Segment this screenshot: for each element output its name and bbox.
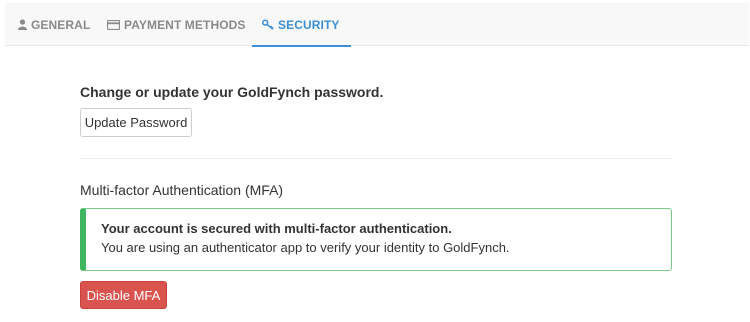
credit-card-icon [107, 19, 120, 30]
password-section-heading: Change or update your GoldFynch password… [80, 84, 384, 100]
update-password-button[interactable]: Update Password [80, 108, 192, 137]
tab-general-label: GENERAL [31, 17, 91, 32]
section-divider [80, 158, 672, 159]
tab-security-label: SECURITY [278, 17, 340, 32]
mfa-status-alert: Your account is secured with multi-facto… [80, 208, 672, 271]
tab-payment-methods[interactable]: PAYMENT METHODS [107, 3, 246, 46]
user-icon [18, 19, 27, 30]
mfa-section-heading: Multi-factor Authentication (MFA) [80, 182, 284, 198]
mfa-alert-body: You are using an authenticator app to ve… [101, 240, 510, 255]
key-icon [262, 19, 274, 30]
tab-payment-methods-label: PAYMENT METHODS [124, 17, 246, 32]
tab-general[interactable]: GENERAL [18, 3, 90, 46]
mfa-alert-title: Your account is secured with multi-facto… [101, 221, 452, 236]
settings-tab-bar: GENERAL PAYMENT METHODS SECURITY [5, 3, 749, 47]
tab-security[interactable]: SECURITY [251, 3, 353, 47]
disable-mfa-button[interactable]: Disable MFA [80, 281, 167, 309]
